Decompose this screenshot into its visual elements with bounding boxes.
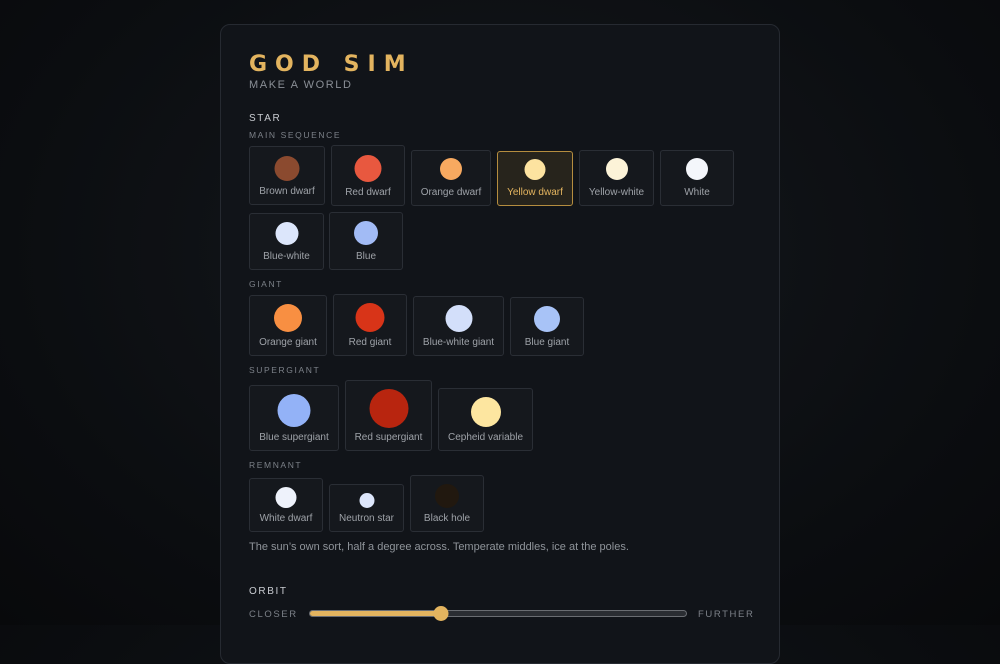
star-option-black-hole[interactable]: Black hole bbox=[410, 475, 484, 532]
star-option-label: Red giant bbox=[348, 337, 392, 348]
star-swatch bbox=[445, 305, 472, 332]
star-option-yellow-dwarf[interactable]: Yellow dwarf bbox=[497, 151, 573, 206]
star-option-cepheid-variable[interactable]: Cepheid variable bbox=[438, 388, 533, 451]
star-swatch bbox=[354, 155, 382, 182]
group-label-giant: GIANT bbox=[249, 279, 283, 289]
star-swatch bbox=[605, 158, 628, 180]
star-swatch bbox=[275, 487, 297, 508]
star-option-white[interactable]: White bbox=[660, 150, 734, 206]
star-swatch bbox=[354, 221, 378, 245]
app-title: GOD SIM bbox=[249, 52, 414, 77]
star-option-brown-dwarf[interactable]: Brown dwarf bbox=[249, 146, 325, 205]
orbit-section-label: ORBIT bbox=[249, 586, 288, 597]
star-option-label: Yellow-white bbox=[588, 187, 645, 198]
star-option-label: Orange dwarf bbox=[420, 187, 482, 198]
star-swatch bbox=[274, 304, 302, 332]
star-option-red-dwarf[interactable]: Red dwarf bbox=[331, 145, 405, 206]
star-swatch bbox=[440, 158, 462, 180]
star-swatch bbox=[534, 306, 560, 332]
star-swatch bbox=[435, 484, 459, 508]
star-section-label: STAR bbox=[249, 113, 282, 124]
star-option-label: Red dwarf bbox=[345, 187, 391, 198]
star-option-red-supergiant[interactable]: Red supergiant bbox=[345, 380, 432, 451]
star-swatch bbox=[470, 397, 501, 427]
star-option-orange-giant[interactable]: Orange giant bbox=[249, 295, 327, 356]
group-label-main-sequence: MAIN SEQUENCE bbox=[249, 130, 342, 140]
app-subtitle: MAKE A WORLD bbox=[249, 79, 353, 91]
star-option-neutron-star[interactable]: Neutron star bbox=[329, 484, 404, 532]
star-option-label: Black hole bbox=[423, 513, 471, 524]
star-option-label: Orange giant bbox=[259, 337, 317, 348]
star-option-blue[interactable]: Blue bbox=[329, 212, 403, 270]
star-option-red-giant[interactable]: Red giant bbox=[333, 294, 407, 356]
star-option-label: White bbox=[684, 187, 710, 198]
star-option-label: Blue-white bbox=[263, 251, 310, 262]
settings-panel: GOD SIM MAKE A WORLD STAR MAIN SEQUENCE … bbox=[220, 24, 780, 664]
star-option-blue-white-giant[interactable]: Blue-white giant bbox=[413, 296, 504, 356]
star-option-blue-white[interactable]: Blue-white bbox=[249, 213, 324, 270]
star-swatch bbox=[277, 394, 311, 427]
star-swatch bbox=[274, 156, 300, 181]
star-option-label: Yellow dwarf bbox=[507, 187, 563, 198]
star-option-blue-supergiant[interactable]: Blue supergiant bbox=[249, 385, 339, 451]
star-option-label: Brown dwarf bbox=[259, 186, 315, 197]
group-label-supergiant: SUPERGIANT bbox=[249, 365, 321, 375]
orbit-min-label: CLOSER bbox=[249, 609, 298, 620]
orbit-max-label: FURTHER bbox=[698, 609, 755, 620]
orbit-slider-track[interactable] bbox=[309, 610, 687, 617]
star-description: The sun’s own sort, half a degree across… bbox=[249, 541, 629, 553]
star-swatch bbox=[524, 159, 546, 180]
star-option-label: White dwarf bbox=[259, 513, 313, 524]
star-option-label: Blue giant bbox=[524, 337, 570, 348]
star-option-yellow-white[interactable]: Yellow-white bbox=[579, 150, 654, 206]
orbit-slider-thumb[interactable] bbox=[433, 606, 449, 621]
star-swatch bbox=[359, 493, 374, 508]
star-option-label: Cepheid variable bbox=[447, 432, 524, 443]
orbit-slider-fill bbox=[310, 611, 442, 616]
star-option-orange-dwarf[interactable]: Orange dwarf bbox=[411, 150, 491, 206]
star-swatch bbox=[686, 158, 708, 180]
star-swatch bbox=[275, 222, 298, 245]
star-swatch bbox=[355, 303, 385, 332]
group-label-remnant: REMNANT bbox=[249, 460, 303, 470]
star-option-label: Blue supergiant bbox=[259, 432, 329, 443]
star-option-label: Red supergiant bbox=[354, 432, 423, 443]
star-option-label: Neutron star bbox=[338, 513, 395, 524]
star-option-white-dwarf[interactable]: White dwarf bbox=[249, 478, 323, 532]
star-swatch bbox=[369, 389, 408, 428]
star-option-label: Blue-white giant bbox=[422, 337, 495, 348]
star-option-blue-giant[interactable]: Blue giant bbox=[510, 297, 584, 356]
star-option-label: Blue bbox=[355, 251, 376, 262]
